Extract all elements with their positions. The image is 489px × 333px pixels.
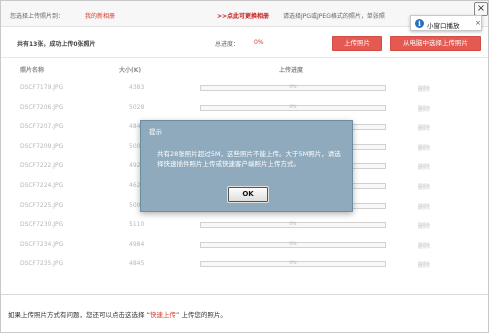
album-name-link[interactable]: 我的新相册 [85, 11, 115, 20]
footer: 如果上传照片方式有问题，您还可以点击这选择 “快速上传” 上传您的照片。 [1, 294, 488, 332]
upload-window: 您选择上传照片到： 我的新相册 >>点此可更换相册 请选择JPG或JPEG格式的… [0, 0, 489, 333]
total-progress-label: 总进度： [215, 41, 240, 48]
footer-text-before: 如果上传照片方式有问题，您还可以点击这选择 “ [8, 311, 150, 319]
select-from-computer-button[interactable]: 从电脑中选择上传照片 [390, 36, 481, 51]
dialog-message: 共有28张照片超过5M，这些照片不能上传。大于5M照片，请选择快速插件照片上传或… [157, 150, 341, 168]
footer-text-after: ” 上传您的照片。 [175, 311, 227, 319]
close-icon[interactable]: × [474, 2, 488, 16]
format-hint: 请选择JPG或JPEG格式的照片，单张照 [283, 13, 385, 20]
info-icon: i [415, 19, 424, 28]
upload-to-label: 您选择上传照片到： [10, 13, 65, 20]
quick-upload-link[interactable]: 快速上传 [150, 311, 176, 319]
popup-close-icon[interactable]: × [475, 19, 481, 27]
alert-dialog: 提示 共有28张照片超过5M，这些照片不能上传。大于5M照片，请选择快速插件照片… [140, 120, 353, 212]
dialog-title: 提示 [149, 128, 162, 136]
upload-summary: 共有13张，成功上传0张照片 [17, 41, 96, 48]
ok-button[interactable]: OK [227, 186, 269, 203]
total-progress-value: 0% [254, 39, 264, 46]
status-row: 共有13张，成功上传0张照片 总进度： 0% 上传照片 从电脑中选择上传照片 [1, 28, 488, 58]
change-album-link[interactable]: >>点此可更换相册 [217, 11, 269, 20]
footer-text: 如果上传照片方式有问题，您还可以点击这选择 “快速上传” 上传您的照片。 [8, 309, 227, 319]
upload-photos-button[interactable]: 上传照片 [332, 36, 382, 51]
